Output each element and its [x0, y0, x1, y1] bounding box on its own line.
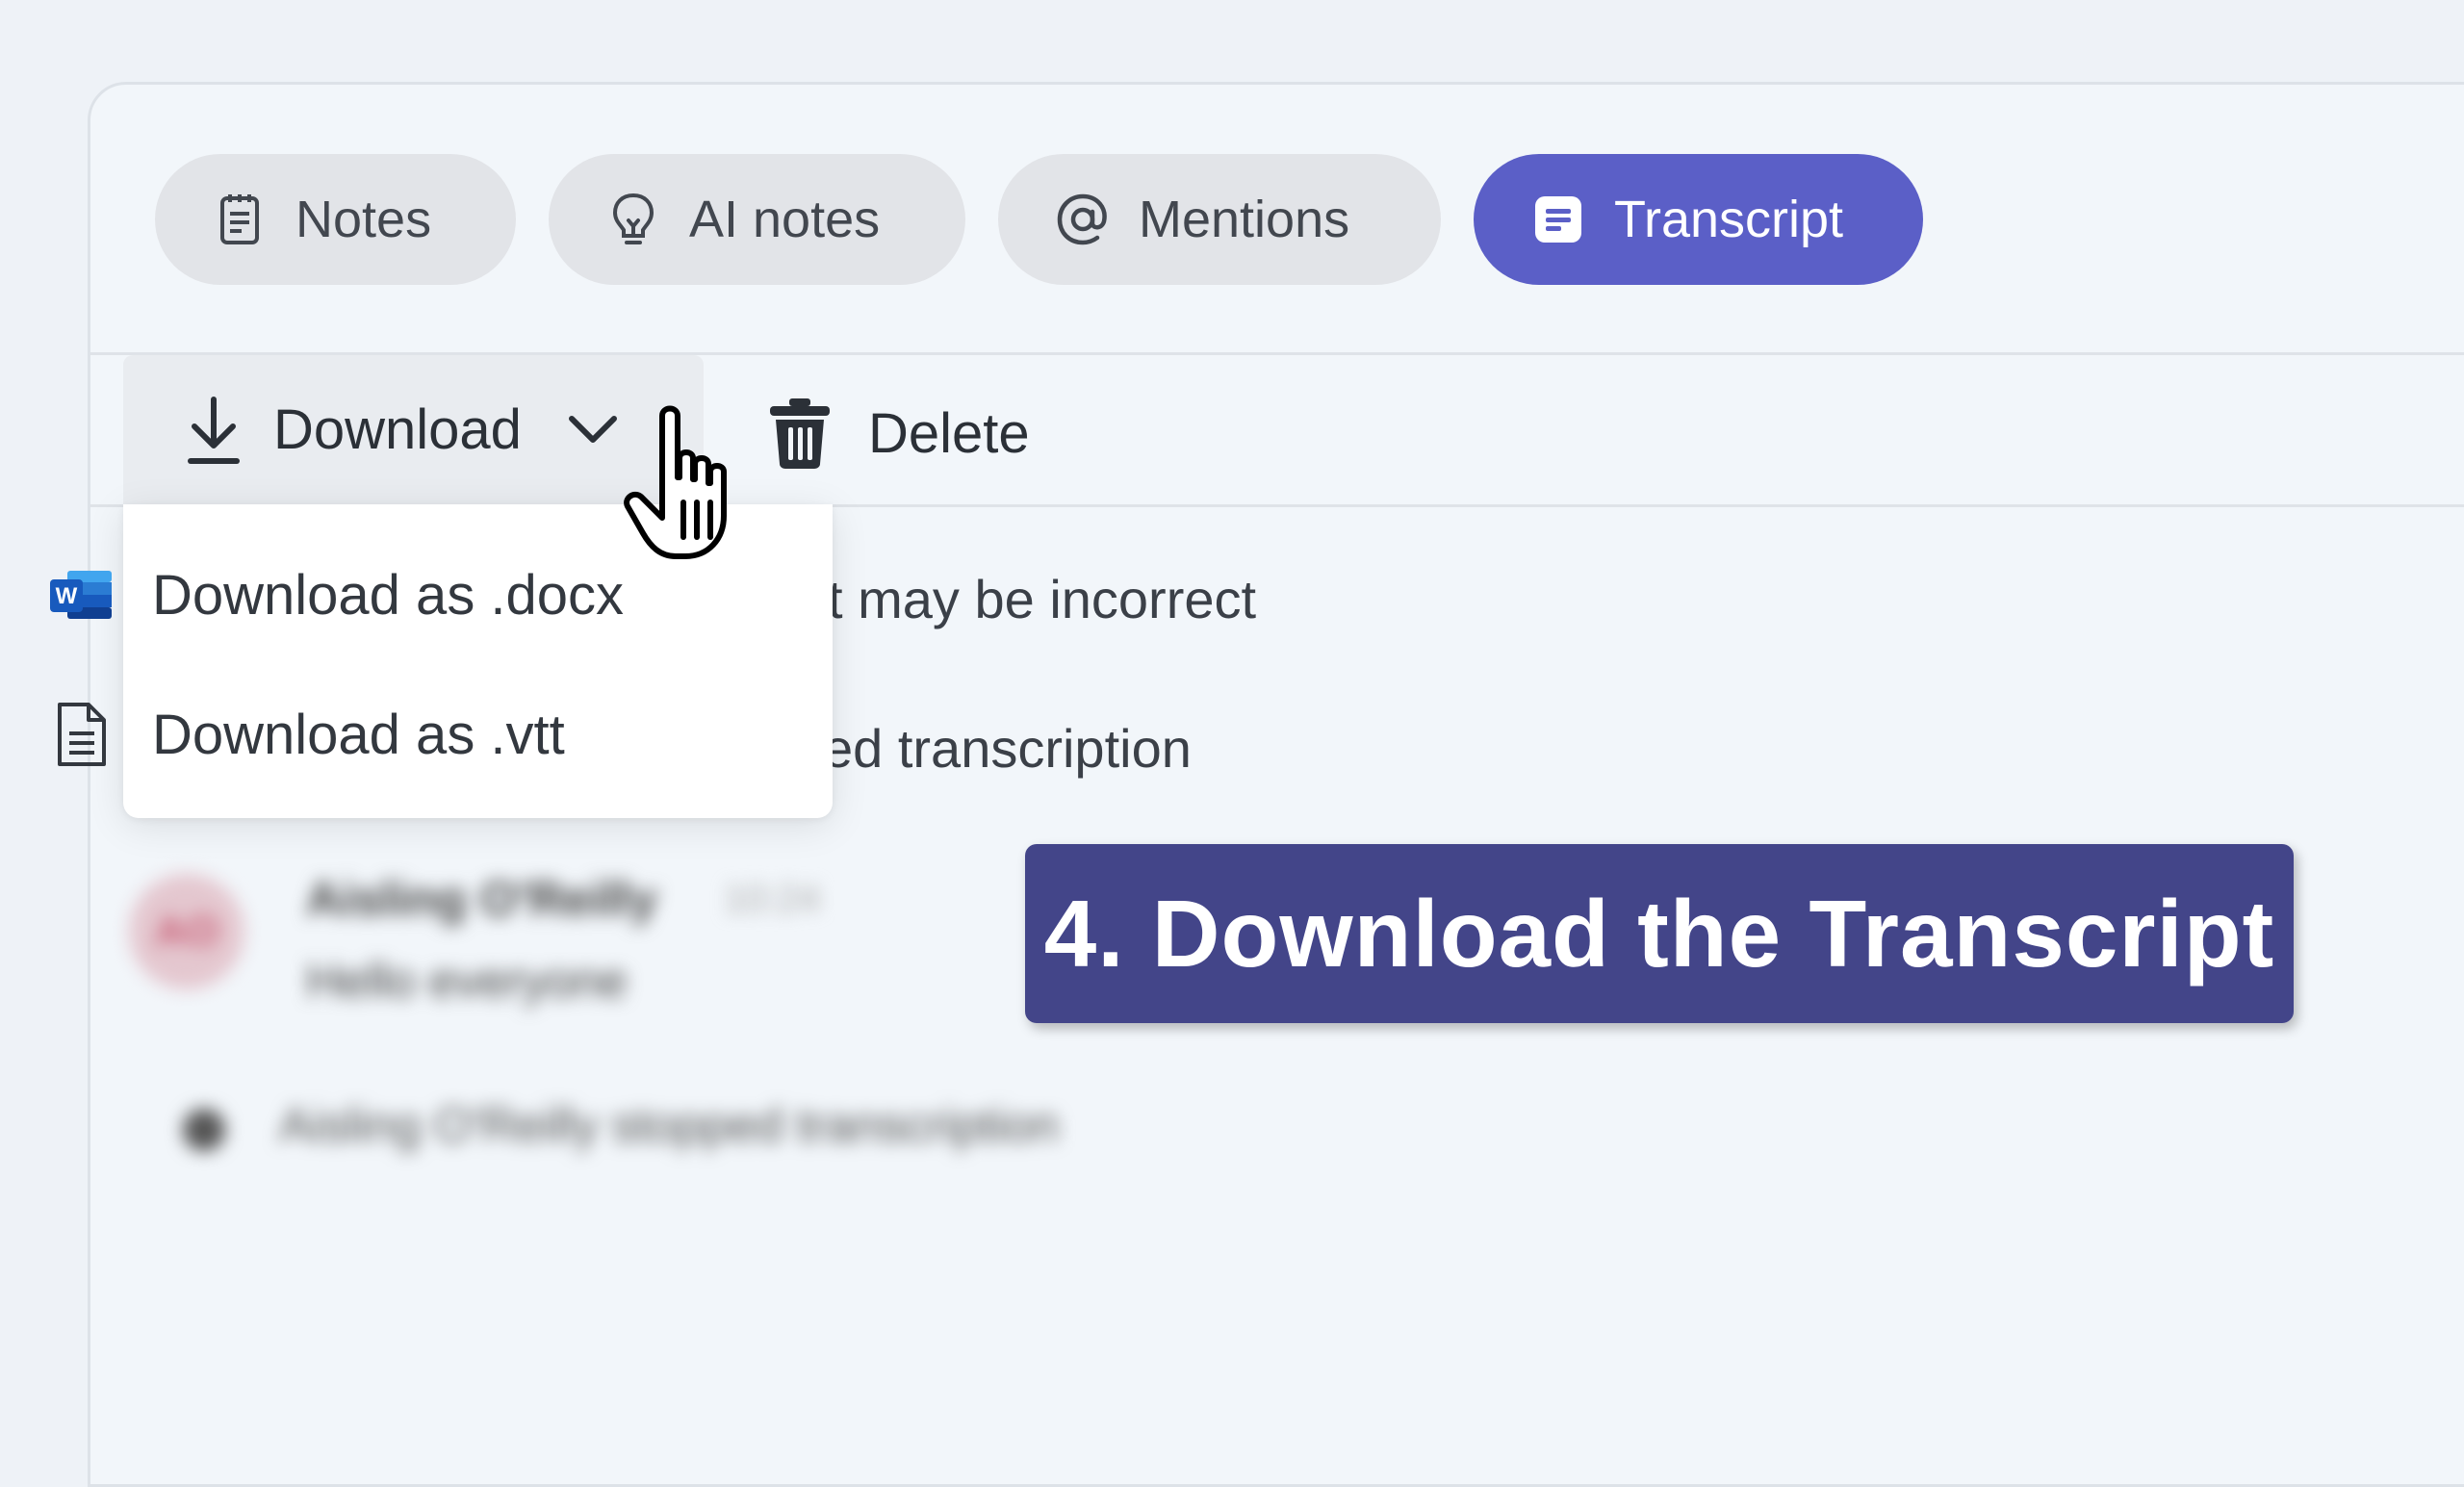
- file-icon: [58, 703, 106, 766]
- speaker-name: Aisling O'Reilly: [306, 872, 657, 926]
- tab-notes[interactable]: Notes: [155, 154, 516, 285]
- tab-mentions[interactable]: Mentions: [998, 154, 1441, 285]
- tab-ai-notes[interactable]: AI notes: [549, 154, 965, 285]
- step-callout-banner: 4. Download the Transcript: [1025, 844, 2294, 1023]
- lightbulb-icon: [606, 192, 660, 246]
- transcript-status-text: ed transcription: [823, 718, 1192, 779]
- system-event-text: Aisling O'Reilly stopped transcription: [279, 1098, 1059, 1152]
- transcript-icon: [1531, 192, 1585, 246]
- tab-label: Transcript: [1614, 191, 1844, 248]
- menu-item-label: Download as .docx: [152, 563, 625, 627]
- avatar: AO: [129, 874, 244, 989]
- callout-text: 4. Download the Transcript: [1043, 880, 2275, 987]
- at-icon: [1056, 192, 1110, 246]
- transcript-notice-text: t may be incorrect: [828, 569, 1257, 629]
- download-icon: [188, 396, 240, 464]
- chevron-down-icon: [568, 415, 617, 443]
- delete-button[interactable]: Delete: [768, 385, 1030, 481]
- menu-item-download-vtt[interactable]: Download as .vtt: [0, 667, 709, 802]
- message-time: 10:24: [724, 878, 821, 920]
- download-label: Download: [273, 398, 522, 461]
- tab-transcript[interactable]: Transcript: [1474, 154, 1923, 285]
- tab-label: Notes: [295, 191, 432, 248]
- tab-bar: Notes AI notes Mentions Transcript: [155, 154, 1923, 285]
- status-dot-icon: [183, 1109, 225, 1151]
- word-icon: W: [50, 571, 112, 619]
- hand-pointer-cursor-icon: [624, 405, 727, 559]
- notes-icon: [213, 192, 267, 246]
- delete-label: Delete: [868, 401, 1030, 465]
- menu-item-download-docx[interactable]: W Download as .docx: [0, 527, 709, 662]
- tab-label: Mentions: [1139, 191, 1350, 248]
- svg-text:W: W: [56, 583, 78, 609]
- menu-item-label: Download as .vtt: [152, 703, 565, 766]
- tab-label: AI notes: [689, 191, 881, 248]
- download-button[interactable]: Download: [123, 355, 704, 504]
- message-text: Hello everyone: [306, 954, 628, 1008]
